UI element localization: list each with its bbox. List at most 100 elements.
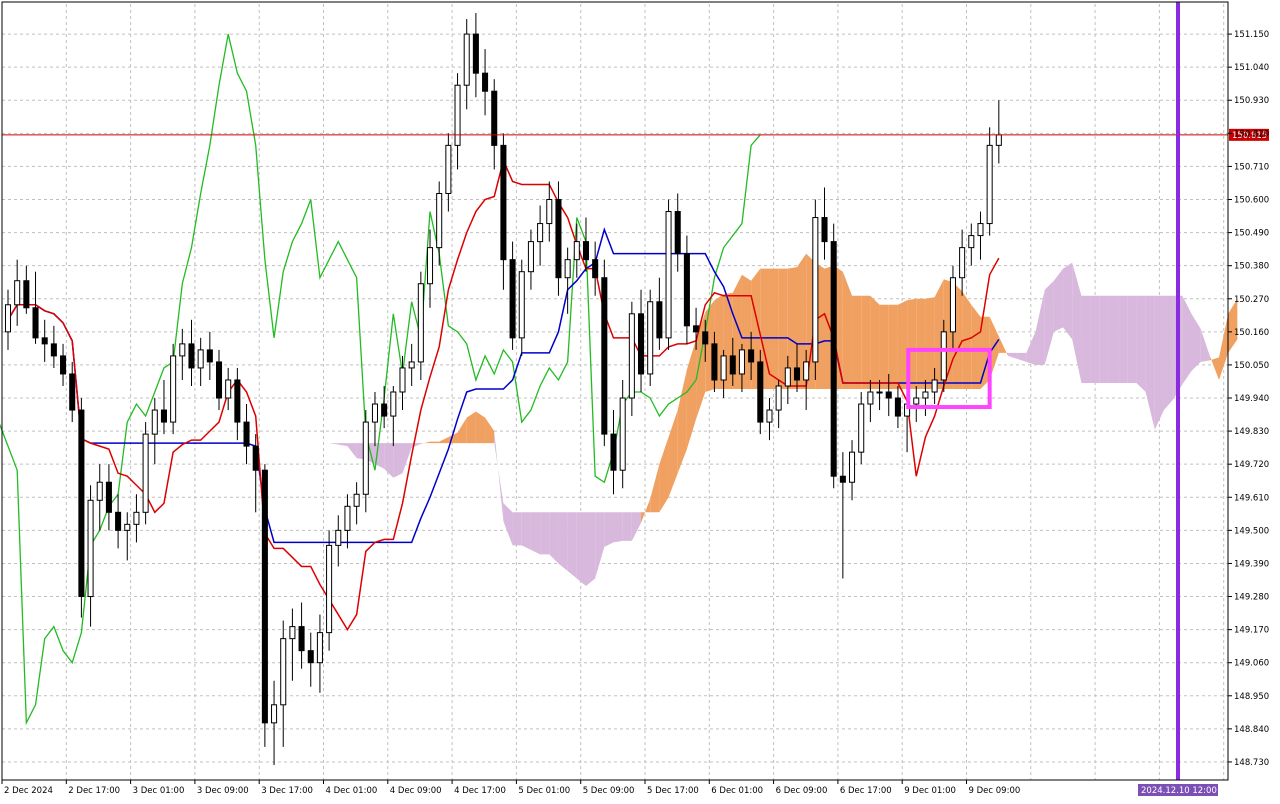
x-tick-label: 5 Dec 01:00	[518, 786, 570, 796]
candle-bear	[261, 469, 268, 724]
candle-bull	[4, 304, 12, 333]
y-tick-label: 149.390	[1234, 559, 1269, 569]
cloud-bear-segment	[1081, 295, 1091, 383]
cloud-bear-segment	[530, 512, 541, 555]
cloud-bear-segment	[494, 431, 504, 522]
ichimoku-cloud	[246, 253, 1238, 586]
cloud-bull-segment	[677, 369, 687, 474]
cloud-bear-segment	[347, 443, 357, 459]
candle-bull	[527, 241, 534, 273]
candle-bull	[445, 144, 452, 194]
cloud-bull-segment	[439, 437, 449, 444]
chart: 150.815 2024.12.10 12:00 151.150 151.040 15…	[0, 0, 1280, 800]
candle-bull	[931, 379, 938, 393]
candle-bear	[656, 301, 663, 339]
cloud-bull-segment	[897, 300, 908, 389]
candle-bull	[271, 704, 278, 724]
cloud-bull-segment	[430, 441, 440, 444]
candle-bear	[582, 241, 590, 261]
chikou-span-line	[0, 33, 761, 726]
candle-bear	[500, 144, 507, 261]
cloud-bull-segment	[870, 295, 880, 389]
y-tick-label: 150.600	[1234, 196, 1269, 206]
candle-bear	[50, 343, 57, 357]
candle-bull	[362, 421, 369, 495]
candle-bear	[234, 379, 241, 423]
candle-bear	[601, 277, 608, 435]
candle-bear	[60, 355, 67, 375]
candle-bear	[509, 259, 516, 339]
candle-bull	[426, 247, 434, 285]
cloud-bull-segment	[852, 295, 862, 389]
candle-bull	[573, 241, 580, 261]
candle-bull	[14, 280, 21, 306]
candle-bear	[711, 343, 718, 381]
candle-bear	[206, 349, 213, 363]
candle-bull	[986, 144, 993, 225]
candle-bull	[280, 638, 287, 706]
cloud-bull-segment	[1209, 355, 1220, 380]
candle-bull	[197, 349, 204, 369]
cloud-bull-segment	[686, 339, 697, 450]
cloud-bear-segment	[567, 512, 577, 579]
y-tick-label: 149.060	[1234, 659, 1269, 669]
candle-bull	[913, 397, 920, 405]
candle-bear	[298, 626, 305, 652]
y-tick-label: 149.280	[1234, 593, 1269, 603]
candle-bull	[353, 493, 360, 507]
cloud-bull-segment	[888, 304, 898, 389]
candle-bear	[683, 253, 690, 327]
candle-bull	[849, 451, 856, 483]
candle-bull	[546, 199, 553, 225]
cloud-bull-segment	[842, 271, 853, 389]
candle-bear	[674, 211, 681, 255]
grid	[2, 4, 1228, 780]
cloud-bear-segment	[1108, 295, 1119, 383]
candle-bear	[69, 373, 76, 411]
candle-bull	[436, 192, 443, 249]
cloud-bull-segment	[1228, 298, 1238, 353]
y-tick-label: 151.040	[1234, 63, 1269, 73]
cloud-bear-segment	[1154, 295, 1164, 430]
candle-bull	[170, 355, 177, 423]
candle-bear	[702, 331, 709, 345]
candle-bear	[32, 307, 39, 339]
candle-bull	[142, 433, 149, 513]
candle-bear	[472, 33, 479, 74]
candle-bull	[665, 211, 672, 339]
cloud-bull-segment	[916, 298, 926, 389]
candle-bull	[454, 84, 461, 146]
cloud-bear-segment	[622, 512, 632, 541]
candle-bear	[592, 259, 599, 279]
cloud-bear-segment	[595, 512, 605, 579]
cloud-bear-segment	[1191, 313, 1201, 371]
candle-bull	[775, 385, 782, 411]
candle-bull	[959, 247, 966, 279]
cloud-bull-segment	[310, 340, 320, 439]
candle-bull	[738, 349, 745, 375]
candle-bull	[803, 361, 810, 381]
x-tick-label: 4 Dec 01:00	[326, 786, 378, 796]
cloud-bear-segment	[393, 443, 403, 478]
candle-bull	[344, 505, 351, 531]
candle-bear	[115, 511, 122, 531]
cloud-bull-segment	[769, 268, 779, 389]
x-tick-label: 3 Dec 17:00	[261, 786, 313, 796]
x-tick-label: 6 Dec 01:00	[711, 786, 763, 796]
y-tick-label: 149.610	[1234, 493, 1269, 503]
x-tick-label: 3 Dec 09:00	[197, 786, 249, 796]
cloud-bull-segment	[998, 336, 1008, 356]
candle-bull	[784, 367, 791, 387]
cloud-bull-segment	[420, 441, 431, 444]
candle-bull	[647, 301, 654, 375]
x-tick-label: 6 Dec 17:00	[840, 786, 892, 796]
candle-bull	[225, 379, 232, 399]
candle-bull	[390, 391, 397, 417]
cloud-bear-segment	[613, 512, 623, 543]
cloud-bull-segment	[659, 437, 669, 513]
candle-bear	[482, 72, 489, 92]
cloud-bull-segment	[879, 304, 889, 389]
candle-bull	[619, 397, 626, 471]
candle-bull	[867, 391, 874, 405]
cloud-bull-segment	[283, 310, 293, 314]
